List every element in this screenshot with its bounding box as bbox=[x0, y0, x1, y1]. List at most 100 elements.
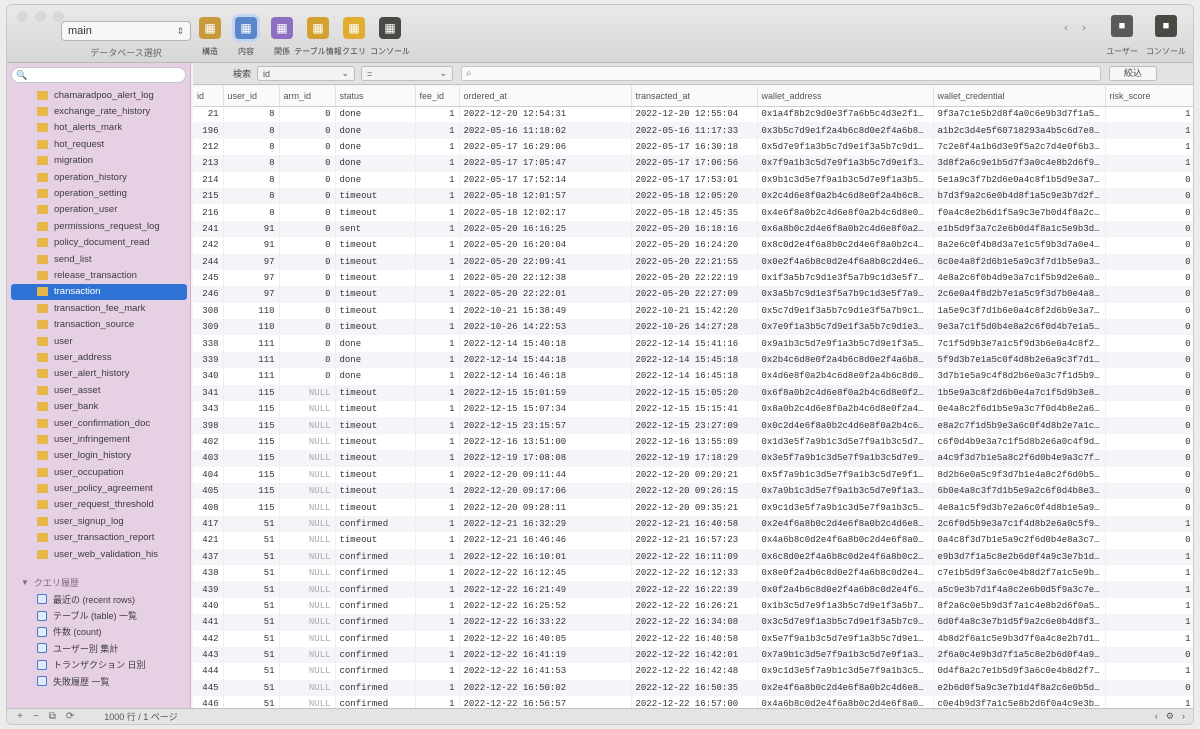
table-cell[interactable]: 0 bbox=[279, 302, 336, 320]
table-cell[interactable]: 51 bbox=[223, 597, 280, 615]
table-cell[interactable]: 338 bbox=[193, 335, 224, 352]
table-cell[interactable]: 2022-05-20 22:22:19 bbox=[631, 269, 758, 287]
duplicate-row-icon[interactable]: ⧉ bbox=[49, 711, 56, 722]
table-cell[interactable]: 2022-12-22 16:25:52 bbox=[459, 597, 632, 615]
sidebar-table-item[interactable]: transaction bbox=[11, 283, 187, 301]
table-cell[interactable]: 1 bbox=[415, 171, 460, 188]
sidebar-table-item[interactable]: user_request_threshold bbox=[7, 497, 191, 513]
table-row[interactable]: 215 8 0 timeout 1 2022-05-18 12:01:57 2022-05-… bbox=[193, 187, 1193, 205]
query-history-item[interactable]: トランザクション 日別 bbox=[7, 657, 191, 673]
table-row[interactable]: 213 8 0 done 1 2022-05-17 17:05:47 2022-05-17 … bbox=[193, 155, 1193, 172]
table-cell[interactable]: timeout bbox=[335, 532, 416, 549]
table-cell[interactable]: confirmed bbox=[335, 679, 416, 697]
table-cell[interactable]: 0x0e2f4a6b8c0d2e4f6a8b0c2d4e6f8a0b2c4d6e… bbox=[757, 253, 934, 270]
table-cell[interactable]: 0 bbox=[1105, 417, 1193, 434]
table-cell[interactable]: 2022-12-15 15:07:34 bbox=[459, 401, 632, 418]
table-cell[interactable]: 111 bbox=[223, 335, 280, 352]
table-cell[interactable]: 1 bbox=[415, 548, 460, 565]
table-cell[interactable]: confirmed bbox=[335, 646, 416, 664]
sidebar-table-item[interactable]: hot_request bbox=[7, 136, 191, 152]
table-cell[interactable]: done bbox=[335, 106, 416, 123]
table-cell[interactable]: 2022-12-19 17:18:29 bbox=[631, 450, 758, 467]
table-cell[interactable]: 0x9c1d3e5f7a9b1c3d5e7f9a1b3c5d7e9f1a3b5c… bbox=[757, 499, 934, 516]
table-cell[interactable]: done bbox=[335, 351, 416, 369]
table-cell[interactable]: 0 bbox=[1105, 204, 1193, 221]
table-cell[interactable]: 0x2e4f6a8b0c2d4e6f8a0b2c4d6e8f0a2b4c6d8e… bbox=[757, 679, 934, 697]
sidebar-table-item[interactable]: transaction_source bbox=[7, 316, 191, 332]
table-cell[interactable]: 0 bbox=[279, 351, 336, 369]
table-cell[interactable]: 1 bbox=[415, 286, 460, 303]
table-cell[interactable]: timeout bbox=[335, 204, 416, 221]
table-cell[interactable]: 2022-12-21 16:57:23 bbox=[631, 532, 758, 549]
table-row[interactable]: 214 8 0 done 1 2022-05-17 17:52:14 2022-05-17 … bbox=[193, 171, 1193, 188]
table-row[interactable]: 245 97 0 timeout 1 2022-05-20 22:12:38 2022-05… bbox=[193, 269, 1193, 287]
table-cell[interactable]: 5f9d3b7e1a5c0f4d8b2e6a9c3f7d1b5e0a4c8f2d bbox=[933, 351, 1106, 369]
table-cell[interactable]: 8d2b6e0a5c9f3d7b1e4a8c2f6d0b5e9a3c7f1d4b bbox=[933, 466, 1106, 483]
table-cell[interactable]: 0x3c5d7e9f1a3b5c7d9e1f3a5b7c9d1e3f5a7b9c… bbox=[757, 614, 934, 631]
table-cell[interactable]: 2022-12-15 15:05:20 bbox=[631, 384, 758, 402]
table-cell[interactable]: 0x4d6e8f0a2b4c6d8e0f2a4b6c8d0e2f4a6b8c0d… bbox=[757, 368, 934, 385]
table-cell[interactable]: 115 bbox=[223, 384, 280, 402]
table-cell[interactable]: 1 bbox=[415, 155, 460, 172]
filter-apply-button[interactable]: 絞込 bbox=[1109, 66, 1158, 81]
table-cell[interactable]: 0 bbox=[279, 138, 336, 156]
table-cell[interactable]: 2022-05-17 17:52:14 bbox=[459, 171, 632, 188]
table-cell[interactable]: 0x0c2d4e6f8a0b2c4d6e8f0a2b4c6d8e0f2a4b6c… bbox=[757, 417, 934, 434]
prev-page-icon[interactable]: ‹ bbox=[1155, 711, 1158, 722]
table-cell[interactable]: NULL bbox=[279, 499, 336, 516]
table-cell[interactable]: 0 bbox=[1105, 187, 1193, 205]
table-cell[interactable]: 2022-12-21 16:46:46 bbox=[459, 532, 632, 549]
table-cell[interactable]: 443 bbox=[193, 646, 224, 664]
table-cell[interactable]: 2022-12-20 09:17:06 bbox=[459, 482, 632, 500]
table-row[interactable]: 417 51 NULL confirmed 1 2022-12-21 16:32:29 20… bbox=[193, 515, 1193, 533]
table-cell[interactable]: confirmed bbox=[335, 630, 416, 647]
table-cell[interactable]: NULL bbox=[279, 532, 336, 549]
table-cell[interactable]: 1a5e9c3f7d1b6e0a4c8f2d6b9e3a7c1f5d0b4e8a bbox=[933, 302, 1106, 320]
table-cell[interactable]: 0x7a9b1c3d5e7f9a1b3c5d7e9f1a3b5c7d9e1f3a… bbox=[757, 482, 934, 500]
zoom-window-button[interactable] bbox=[53, 11, 64, 22]
table-cell[interactable]: 0 bbox=[1105, 466, 1193, 483]
table-cell[interactable]: 0x1b3c5d7e9f1a3b5c7d9e1f3a5b7c9d1e3f5a7b… bbox=[757, 597, 934, 615]
table-cell[interactable]: timeout bbox=[335, 253, 416, 270]
table-filter-input[interactable] bbox=[31, 69, 182, 81]
table-cell[interactable]: 2f6a0c4e9b3d7f1a5c8e2b6d0f4a9c3e7b1d5f8a bbox=[933, 646, 1106, 664]
table-cell[interactable]: confirmed bbox=[335, 581, 416, 598]
query-history-item[interactable]: 失敗履歴 一覧 bbox=[7, 673, 191, 689]
table-cell[interactable]: 1 bbox=[415, 384, 460, 402]
settings-icon[interactable]: ⚙ bbox=[1166, 711, 1174, 722]
table-cell[interactable]: 1 bbox=[415, 630, 460, 647]
table-cell[interactable]: 6d0f4a8c3e7b1d5f9a2c6e0b4d8f3a7c1e5b9d2f bbox=[933, 614, 1106, 631]
table-filter[interactable]: 🔍 bbox=[11, 67, 186, 83]
table-cell[interactable]: 1 bbox=[1105, 597, 1193, 615]
table-cell[interactable]: 439 bbox=[193, 581, 224, 598]
table-cell[interactable]: 1 bbox=[1105, 581, 1193, 598]
table-cell[interactable]: 0 bbox=[279, 204, 336, 221]
table-cell[interactable]: 3d8f2a6c9e1b5d7f3a0c4e8b2d6f9a1c5e7b3d0f bbox=[933, 155, 1106, 172]
table-row[interactable]: 439 51 NULL confirmed 1 2022-12-22 16:21:49 20… bbox=[193, 581, 1193, 598]
table-cell[interactable]: NULL bbox=[279, 417, 336, 434]
table-cell[interactable]: 8 bbox=[223, 138, 280, 156]
table-cell[interactable]: 2022-05-17 16:29:06 bbox=[459, 138, 632, 156]
table-cell[interactable]: 340 bbox=[193, 368, 224, 385]
table-cell[interactable]: 2022-05-20 16:20:04 bbox=[459, 237, 632, 254]
table-row[interactable]: 404 115 NULL timeout 1 2022-12-20 09:11:44 202… bbox=[193, 466, 1193, 483]
table-cell[interactable]: 0 bbox=[279, 319, 336, 336]
sidebar-table-item[interactable]: user_transaction_report bbox=[7, 530, 191, 546]
table-cell[interactable]: 0 bbox=[1105, 401, 1193, 418]
table-cell[interactable]: 2022-12-22 16:12:33 bbox=[631, 564, 758, 582]
table-cell[interactable]: 0 bbox=[1105, 220, 1193, 238]
table-cell[interactable]: 214 bbox=[193, 171, 224, 188]
table-cell[interactable]: 2022-10-21 15:42:20 bbox=[631, 302, 758, 320]
back-arrow-icon[interactable]: ‹ bbox=[1059, 21, 1073, 35]
table-cell[interactable]: 0 bbox=[1105, 368, 1193, 385]
table-cell[interactable]: 2022-05-18 12:05:20 bbox=[631, 187, 758, 205]
table-cell[interactable]: 8a2e6c0f4b8d3a7e1c5f9b3d7a0e4c8f2b6d1a5e bbox=[933, 237, 1106, 254]
table-cell[interactable]: a1b2c3d4e5f60718293a4b5c6d7e8f90a1b2c3d4 bbox=[933, 122, 1106, 139]
table-cell[interactable]: 438 bbox=[193, 564, 224, 582]
table-cell[interactable]: 2022-12-20 09:20:21 bbox=[631, 466, 758, 483]
sidebar-table-item[interactable]: user_bank bbox=[7, 398, 191, 414]
column-header-fee-id[interactable]: fee_id bbox=[415, 86, 460, 107]
table-row[interactable]: 438 51 NULL confirmed 1 2022-12-22 16:12:45 20… bbox=[193, 564, 1193, 582]
table-cell[interactable]: 8 bbox=[223, 155, 280, 172]
table-cell[interactable]: confirmed bbox=[335, 515, 416, 533]
